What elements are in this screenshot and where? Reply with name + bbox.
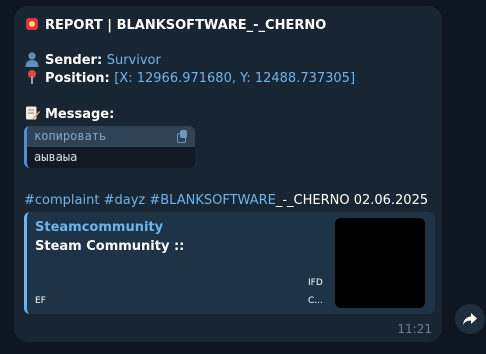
position-row: Position: [X: 12966.971680, Y: 12488.737… — [24, 69, 355, 86]
preview-site-name: Steamcommunity — [35, 220, 164, 235]
message-bubble: REPORT | BLANKSOFTWARE_-_CHERNO Sender: … — [14, 6, 442, 342]
message-title: REPORT | BLANKSOFTWARE_-_CHERNO — [45, 18, 327, 33]
hashtag-blanksoftware[interactable]: #BLANKSOFTWARE — [149, 193, 275, 208]
message-title-row: REPORT | BLANKSOFTWARE_-_CHERNO — [24, 16, 326, 33]
message-label-row: Message: — [24, 105, 114, 122]
code-content: аываыа — [34, 150, 78, 164]
preview-text-ef: EF — [35, 296, 46, 306]
sender-row: Sender: Survivor — [24, 51, 161, 68]
pin-icon — [28, 70, 36, 84]
tags-suffix: _-_CHERNO 02.06.2025 — [275, 193, 429, 208]
sender-label: Sender: — [45, 53, 103, 68]
memo-icon — [26, 106, 40, 120]
preview-title: Steam Community :: — [35, 239, 185, 254]
bust-icon — [25, 52, 39, 67]
message-time: 11:21 — [397, 322, 432, 336]
preview-text-c: C... — [308, 296, 323, 306]
hashtag-dayz[interactable]: #dayz — [104, 193, 146, 208]
code-copy-label: копировать — [34, 129, 107, 143]
share-arrow-icon — [463, 313, 477, 325]
siren-icon — [24, 16, 40, 32]
position-label: Position: — [45, 71, 110, 86]
message-label: Message: — [45, 107, 115, 122]
tags-row: #complaint #dayz #BLANKSOFTWARE_-_CHERNO… — [24, 193, 428, 208]
preview-thumbnail[interactable] — [335, 218, 425, 308]
sender-value: Survivor — [106, 53, 161, 68]
share-button[interactable] — [455, 304, 485, 334]
link-preview[interactable]: Steamcommunity Steam Community :: IFD EF… — [24, 212, 435, 314]
hashtag-complaint[interactable]: #complaint — [24, 193, 99, 208]
code-block: копировать аываыа — [24, 126, 195, 168]
position-value: [X: 12966.971680, Y: 12488.737305] — [114, 71, 356, 86]
copy-icon[interactable] — [177, 130, 189, 143]
code-copy-header[interactable]: копировать — [27, 126, 195, 147]
preview-text-ifd: IFD — [308, 278, 323, 288]
